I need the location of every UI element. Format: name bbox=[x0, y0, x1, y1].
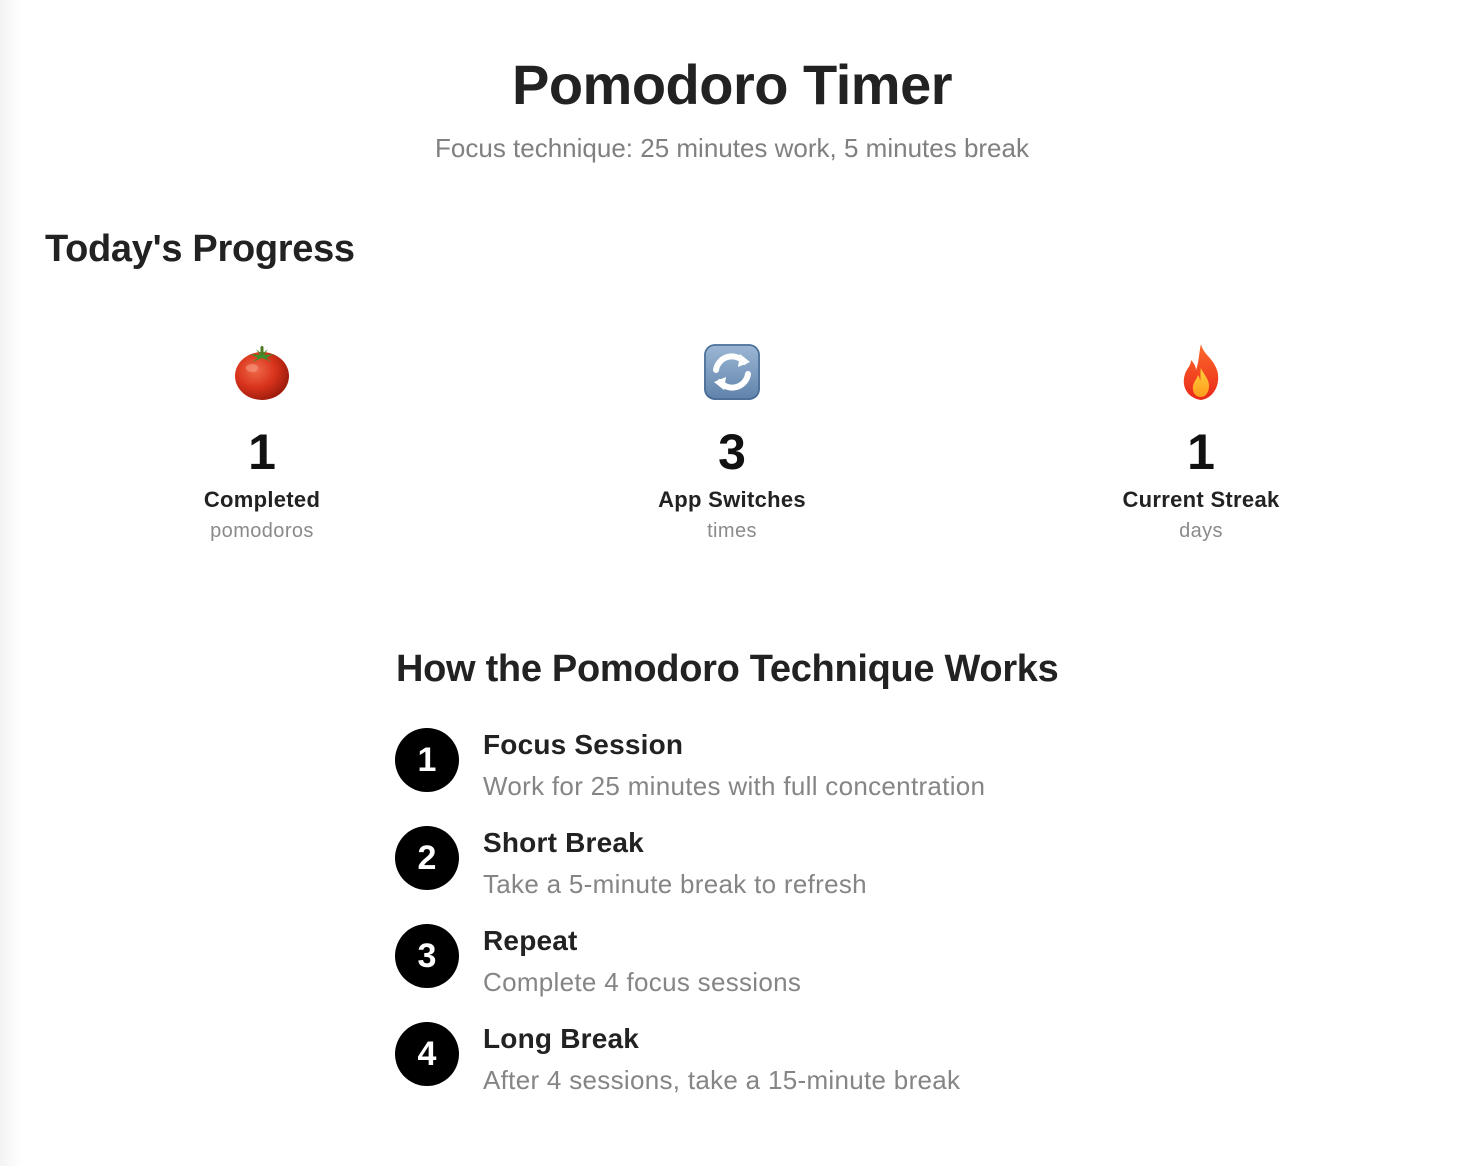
page-subtitle: Focus technique: 25 minutes work, 5 minu… bbox=[435, 133, 1029, 163]
stat-unit: pomodoros bbox=[210, 520, 314, 542]
page-title: Pomodoro Timer bbox=[511, 53, 953, 116]
step-number-badge: 1 bbox=[395, 728, 459, 792]
technique-steps-list: 1 Focus Session Work for 25 minutes with… bbox=[395, 728, 1195, 1120]
tomato-icon bbox=[235, 346, 289, 400]
list-item: 2 Short Break Take a 5-minute break to r… bbox=[395, 826, 1195, 924]
technique-section-title: How the Pomodoro Technique Works bbox=[396, 648, 1059, 690]
stat-label: Current Streak bbox=[1122, 487, 1280, 512]
stat-value: 1 bbox=[1187, 424, 1215, 480]
step-number-badge: 3 bbox=[395, 924, 459, 988]
list-item: 3 Repeat Complete 4 focus sessions bbox=[395, 924, 1195, 1022]
stat-current-streak: 1 Current Streak days bbox=[1041, 340, 1361, 544]
progress-section-title: Today's Progress bbox=[45, 228, 355, 270]
step-title: Repeat bbox=[483, 925, 578, 956]
fire-icon bbox=[1183, 344, 1219, 400]
stat-unit: days bbox=[1179, 520, 1223, 542]
pomodoro-page: Pomodoro Timer Focus technique: 25 minut… bbox=[0, 0, 1464, 1166]
step-number-badge: 2 bbox=[395, 826, 459, 890]
step-number-badge: 4 bbox=[395, 1022, 459, 1086]
stat-value: 1 bbox=[248, 424, 276, 480]
stat-completed: 1 Completed pomodoros bbox=[102, 340, 422, 544]
stat-label: Completed bbox=[203, 487, 321, 512]
step-description: Work for 25 minutes with full concentrat… bbox=[483, 771, 986, 801]
step-title: Short Break bbox=[483, 827, 644, 858]
list-item: 4 Long Break After 4 sessions, take a 15… bbox=[395, 1022, 1195, 1120]
step-title: Long Break bbox=[483, 1023, 640, 1054]
step-title: Focus Session bbox=[483, 729, 684, 760]
step-description: After 4 sessions, take a 15-minute break bbox=[483, 1065, 961, 1095]
step-description: Take a 5-minute break to refresh bbox=[483, 869, 867, 899]
stat-app-switches: 3 App Switches times bbox=[572, 340, 892, 544]
stat-label: App Switches bbox=[658, 487, 806, 512]
refresh-icon bbox=[704, 344, 760, 400]
step-description: Complete 4 focus sessions bbox=[483, 967, 802, 997]
list-item: 1 Focus Session Work for 25 minutes with… bbox=[395, 728, 1195, 826]
stat-value: 3 bbox=[718, 424, 746, 480]
stat-unit: times bbox=[707, 520, 757, 542]
